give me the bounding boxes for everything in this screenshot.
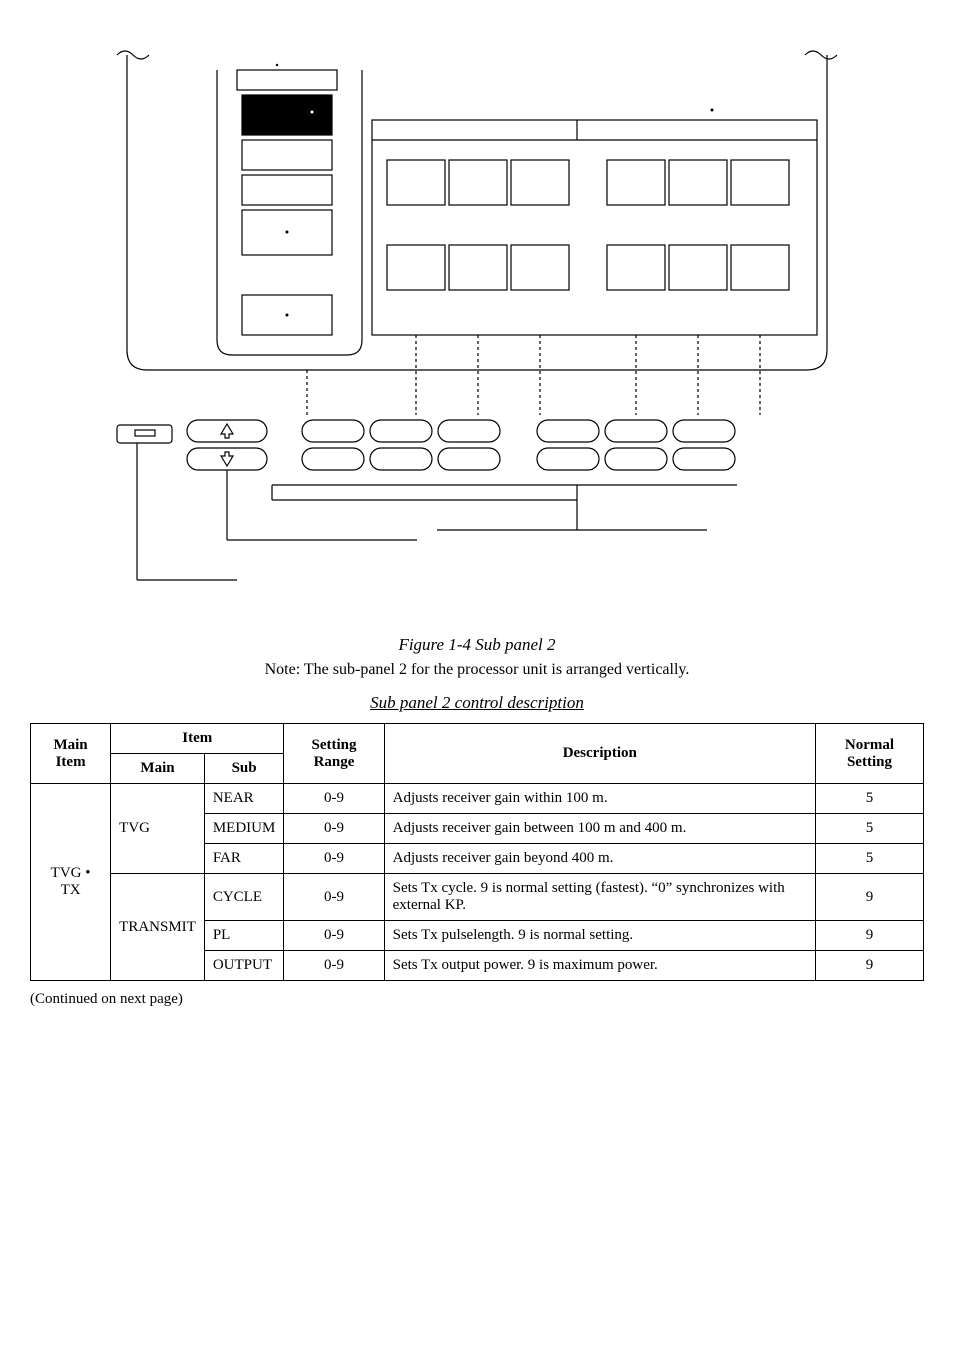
diagram-svg — [87, 40, 867, 600]
figure-note: Note: The sub-panel 2 for the processor … — [30, 661, 924, 679]
cell-desc: Adjusts receiver gain between 100 m and … — [384, 814, 815, 844]
cell-main-item: TVG • TX — [31, 784, 111, 981]
cell-range: 0-9 — [284, 921, 384, 951]
th-description: Description — [384, 724, 815, 784]
th-main: Main — [111, 754, 205, 784]
cell-main: TRANSMIT — [111, 874, 205, 981]
cell-range: 0-9 — [284, 844, 384, 874]
sub-panel-diagram — [87, 40, 867, 605]
cell-normal: 9 — [815, 874, 923, 921]
cell-sub: OUTPUT — [204, 951, 284, 981]
cell-desc: Sets Tx pulselength. 9 is normal setting… — [384, 921, 815, 951]
cell-sub: MEDIUM — [204, 814, 284, 844]
figure-caption: Figure 1-4 Sub panel 2 — [30, 635, 924, 655]
cell-range: 0-9 — [284, 814, 384, 844]
th-main-item: Main Item — [31, 724, 111, 784]
cell-range: 0-9 — [284, 784, 384, 814]
table-row: TVG • TX TVG NEAR 0-9 Adjusts receiver g… — [31, 784, 924, 814]
th-normal-setting: Normal Setting — [815, 724, 923, 784]
cell-sub: CYCLE — [204, 874, 284, 921]
cell-desc: Sets Tx output power. 9 is maximum power… — [384, 951, 815, 981]
cell-normal: 5 — [815, 814, 923, 844]
cell-range: 0-9 — [284, 951, 384, 981]
table-title: Sub panel 2 control description — [30, 693, 924, 713]
cell-main: TVG — [111, 784, 205, 874]
control-description-table: Main Item Item Setting Range Description… — [30, 723, 924, 981]
cell-normal: 5 — [815, 844, 923, 874]
th-item: Item — [111, 724, 284, 754]
cell-normal: 5 — [815, 784, 923, 814]
table-row: TRANSMIT CYCLE 0-9 Sets Tx cycle. 9 is n… — [31, 874, 924, 921]
cell-desc: Adjusts receiver gain beyond 400 m. — [384, 844, 815, 874]
cell-desc: Adjusts receiver gain within 100 m. — [384, 784, 815, 814]
cell-sub: FAR — [204, 844, 284, 874]
cell-sub: NEAR — [204, 784, 284, 814]
th-sub: Sub — [204, 754, 284, 784]
continued-note: (Continued on next page) — [30, 991, 924, 1008]
cell-normal: 9 — [815, 951, 923, 981]
cell-range: 0-9 — [284, 874, 384, 921]
th-setting-range: Setting Range — [284, 724, 384, 784]
cell-desc: Sets Tx cycle. 9 is normal setting (fast… — [384, 874, 815, 921]
cell-sub: PL — [204, 921, 284, 951]
cell-normal: 9 — [815, 921, 923, 951]
